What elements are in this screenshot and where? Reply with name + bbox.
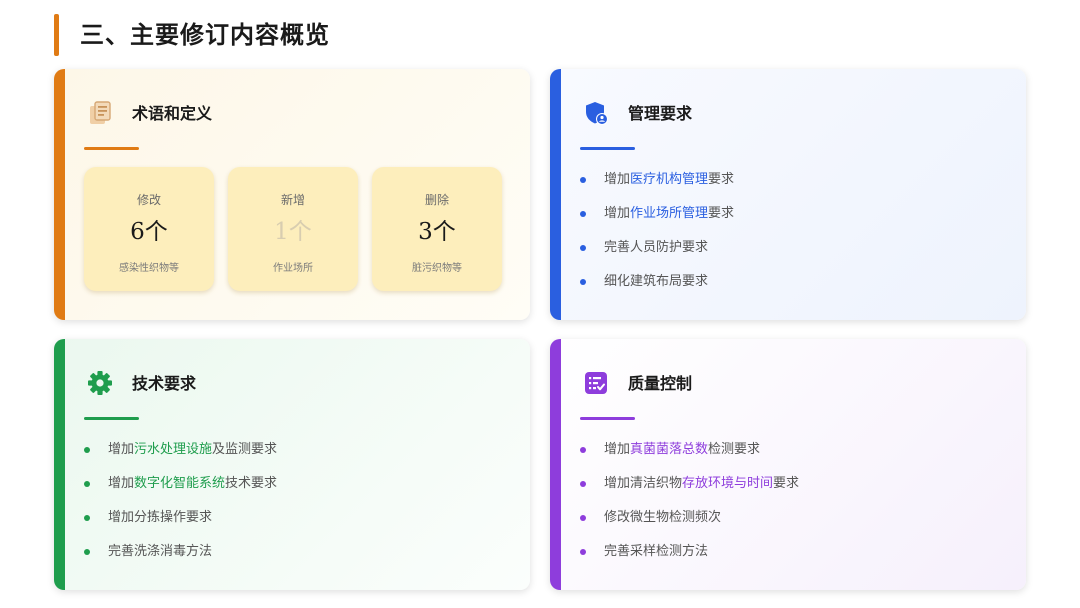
stat-note: 脏污织物等 [412, 263, 462, 274]
card-accent-bar [550, 339, 561, 590]
item-text: 细化建筑布局要求 [604, 274, 709, 289]
page-title: 三、主要修订内容概览 [80, 20, 330, 49]
requirement-list: 增加真菌菌落总数检测要求 增加清洁织物存放环境与时间要求 修改微生物检测频次 完善采样… [580, 439, 799, 575]
highlight-text: 医疗机构管理 [630, 172, 709, 187]
highlight-text: 污水处理设施 [134, 442, 213, 457]
document-copy-icon [90, 101, 111, 124]
item-text: 要求 [708, 172, 735, 187]
item-text: 及监测要求 [212, 442, 278, 457]
stat-value: 6个 [130, 219, 168, 245]
card-technical-requirements: 技术要求 增加污水处理设施及监测要求 增加数字化智能系统技术要求 增加分拣操作要求完… [54, 339, 530, 590]
item-text: 增加清洁织物 [604, 476, 683, 491]
card-accent-bar [54, 69, 65, 320]
item-text: 检测要求 [708, 442, 761, 457]
card-title-underline [580, 147, 635, 150]
card-title-underline [580, 417, 635, 420]
bullet-dot [580, 279, 586, 285]
card-terms-definitions: 术语和定义 修改 6个 感染性织物等 新增 1个 作业场所 删除 3个 脏污织物… [54, 69, 530, 320]
item-text: 完善采样检测方法 [604, 544, 709, 559]
stat-label: 删除 [424, 193, 449, 207]
stat-value: 1个 [274, 219, 312, 245]
highlight-text: 真菌菌落总数 [630, 442, 709, 457]
requirement-list: 增加污水处理设施及监测要求 增加数字化智能系统技术要求 增加分拣操作要求 完善洗涤消毒… [84, 439, 277, 575]
list-item: 增加医疗机构管理要求 [580, 169, 734, 203]
item-text: 技术要求 [225, 476, 278, 491]
highlight-text: 作业场所管理 [630, 206, 709, 221]
item-text: 完善人员防护要求 [604, 240, 709, 255]
card-accent-bar [54, 339, 65, 590]
requirement-list: 增加医疗机构管理要求 增加作业场所管理要求 完善人员防护要求 细化建筑布局要求 [580, 169, 734, 305]
item-text: 增加 [604, 206, 631, 221]
card-accent-bar [550, 69, 561, 320]
item-text: 要求 [773, 476, 800, 491]
stat-note: 作业场所 [273, 263, 313, 274]
stat-note: 感染性织物等 [119, 263, 179, 274]
list-item: 完善人员防护要求 [580, 237, 734, 271]
stat-value: 3个 [418, 219, 456, 245]
list-item: 细化建筑布局要求 [580, 271, 734, 305]
card-quality-control: 质量控制 增加真菌菌落总数检测要求 增加清洁织物存放环境与时间要求 修改微生物检测频… [550, 339, 1026, 590]
list-item: 增加清洁织物存放环境与时间要求 [580, 473, 799, 507]
bullet-dot [580, 245, 586, 251]
item-text: 增加 [604, 172, 631, 187]
bullet-dot [84, 447, 90, 453]
title-accent-bar [54, 14, 59, 56]
list-item: 增加分拣操作要求 [84, 507, 277, 541]
item-text: 增加 [108, 476, 135, 491]
list-item: 增加污水处理设施及监测要求 [84, 439, 277, 473]
card-title-underline [84, 147, 139, 150]
list-item: 完善洗涤消毒方法 [84, 541, 277, 575]
card-title: 技术要求 [132, 374, 197, 393]
item-text: 增加 [108, 442, 135, 457]
bullet-dot [84, 549, 90, 555]
bullet-dot [84, 481, 90, 487]
bullet-dot [580, 549, 586, 555]
stat-label: 新增 [280, 193, 305, 207]
card-management-requirements: 管理要求 增加医疗机构管理要求 增加作业场所管理要求 完善人员防护要求 细化建筑布局要… [550, 69, 1026, 320]
list-item: 增加数字化智能系统技术要求 [84, 473, 277, 507]
list-item: 修改微生物检测频次 [580, 507, 799, 541]
highlight-text: 数字化智能系统 [134, 476, 226, 491]
bullet-dot [580, 211, 586, 217]
item-text: 完善洗涤消毒方法 [108, 544, 213, 559]
item-text: 修改微生物检测频次 [604, 510, 722, 525]
checklist-icon [585, 372, 607, 394]
bullet-dot [580, 177, 586, 183]
item-text: 要求 [708, 206, 735, 221]
card-title: 管理要求 [628, 104, 693, 123]
stat-added: 新增 1个 作业场所 [228, 167, 358, 291]
bullet-dot [580, 481, 586, 487]
item-text: 增加分拣操作要求 [108, 510, 213, 525]
stat-label: 修改 [136, 193, 161, 207]
shield-user-icon [586, 102, 608, 125]
highlight-text: 存放环境与时间 [682, 476, 774, 491]
card-title-underline [84, 417, 139, 420]
list-item: 增加作业场所管理要求 [580, 203, 734, 237]
bullet-dot [580, 515, 586, 521]
list-item: 完善采样检测方法 [580, 541, 799, 575]
card-title: 术语和定义 [132, 104, 213, 123]
stat-deleted: 删除 3个 脏污织物等 [372, 167, 502, 291]
list-item: 增加真菌菌落总数检测要求 [580, 439, 799, 473]
bullet-dot [580, 447, 586, 453]
card-title: 质量控制 [628, 374, 693, 393]
item-text: 增加 [604, 442, 631, 457]
bullet-dot [84, 515, 90, 521]
stat-modified: 修改 6个 感染性织物等 [84, 167, 214, 291]
gear-icon [88, 371, 112, 395]
